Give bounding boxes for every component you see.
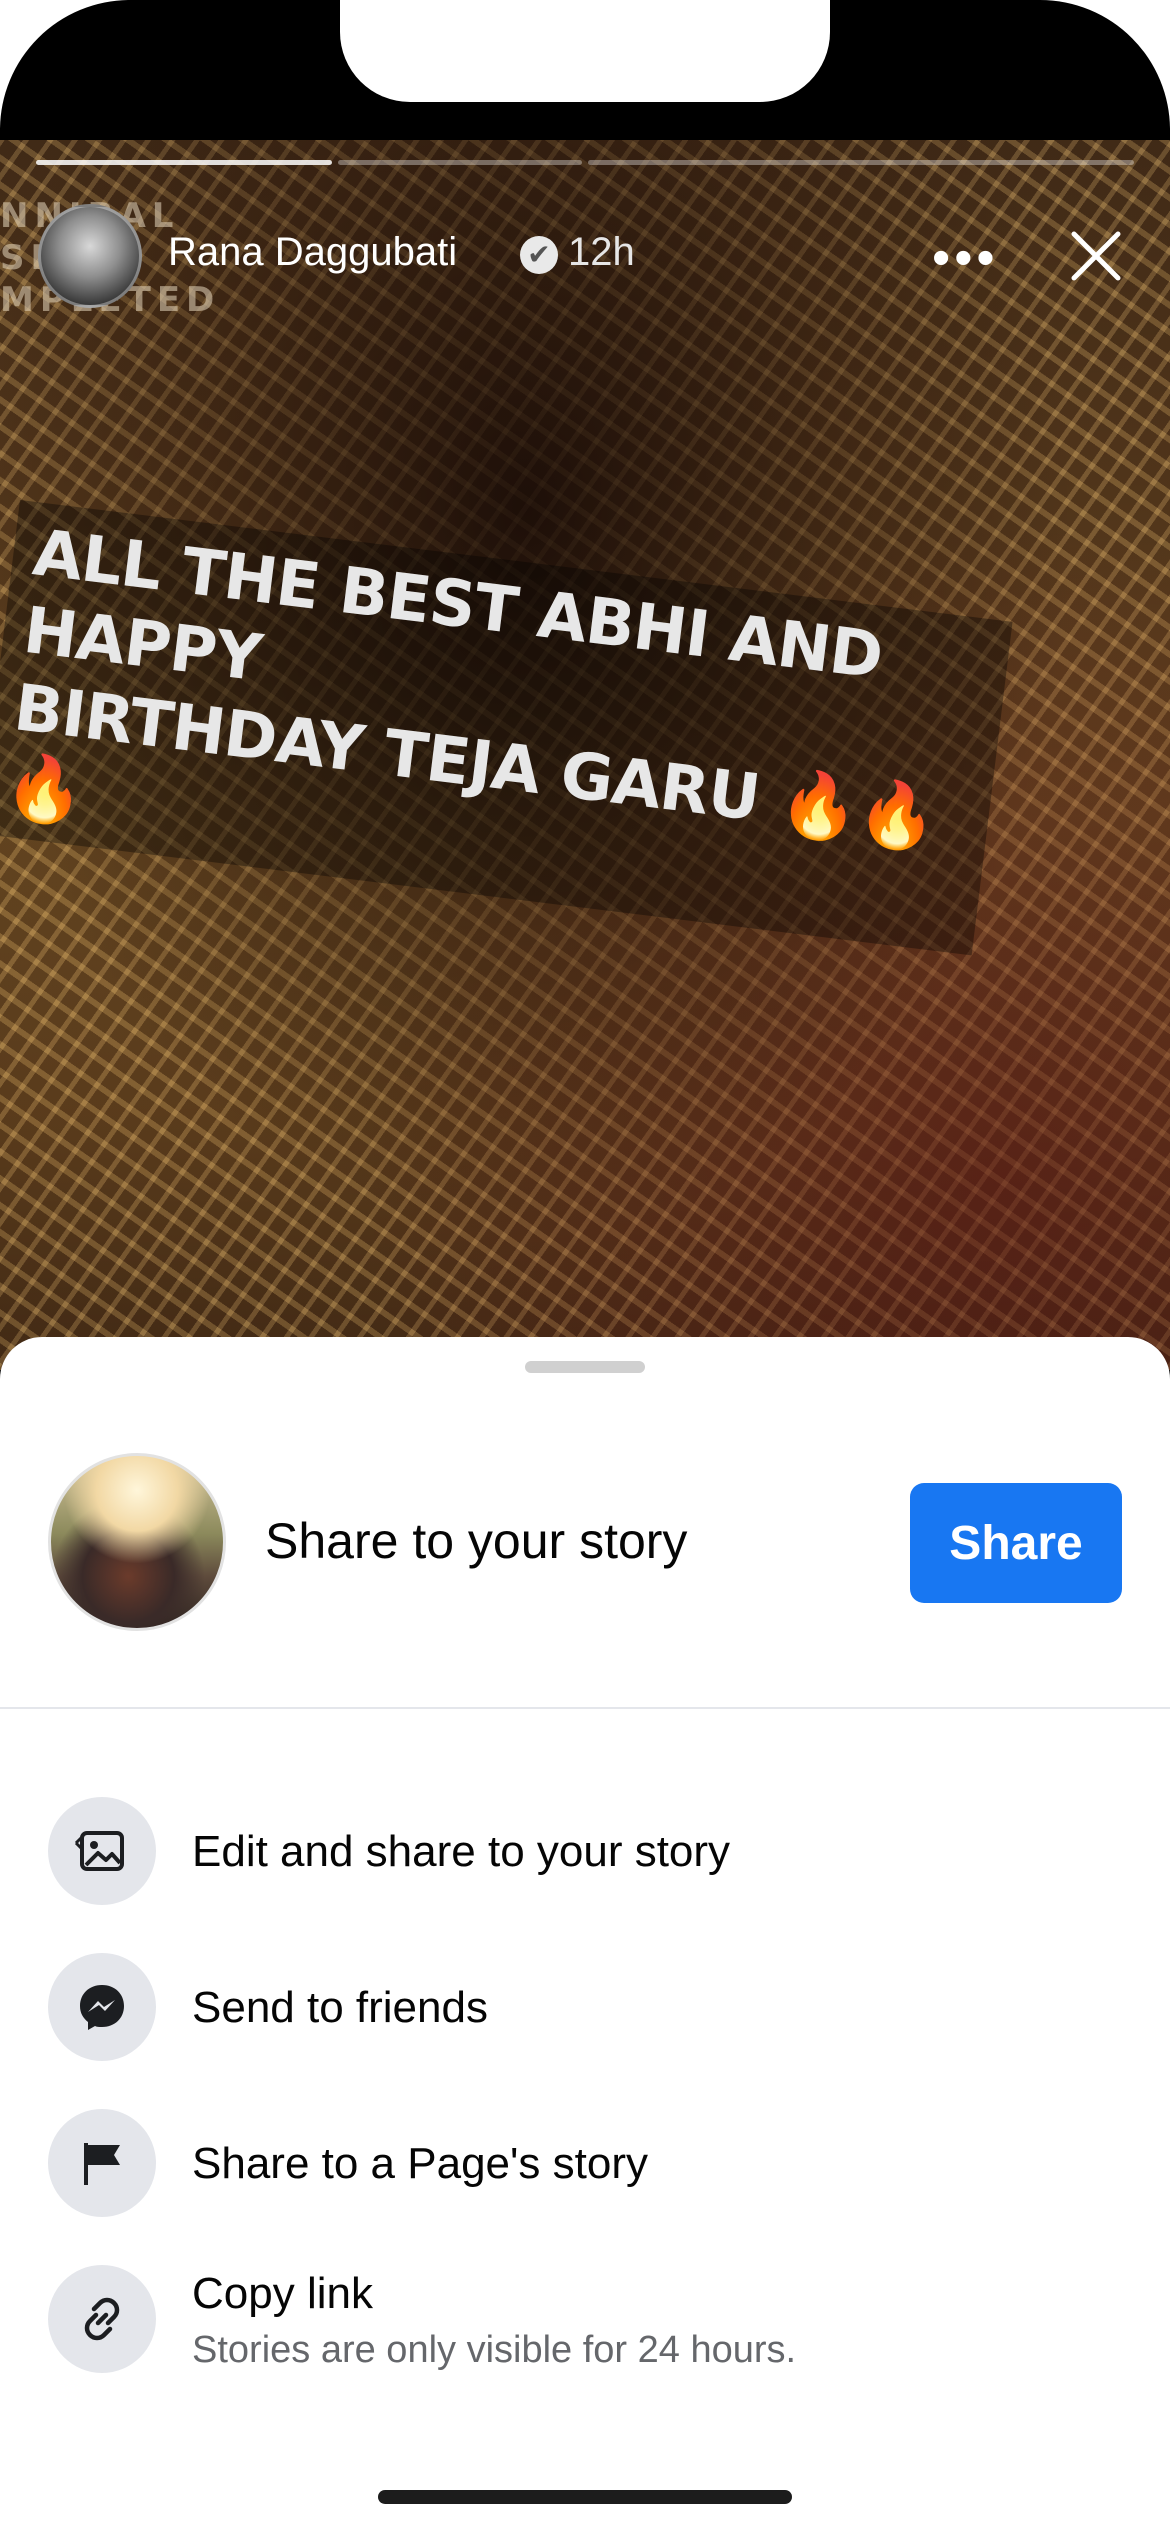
option-label: Share to a Page's story	[192, 2139, 648, 2188]
flag-icon	[48, 2109, 156, 2217]
option-copy-link[interactable]: Copy link Stories are only visible for 2…	[0, 2257, 1170, 2377]
story-caption: ALL THE BEST ABHI AND HAPPY BIRTHDAY TEJ…	[0, 500, 1013, 956]
verified-badge-icon: ✔	[520, 236, 558, 274]
story-viewer[interactable]: NNIBAL SH MPLETED Rana Daggubati ✔ 12h •…	[0, 140, 1170, 1370]
story-timestamp: 12h	[568, 230, 635, 274]
device-notch	[340, 0, 830, 102]
option-edit-and-share[interactable]: Edit and share to your story	[0, 1789, 1170, 1909]
edit-story-icon	[48, 1797, 156, 1905]
share-to-story-label: Share to your story	[265, 1513, 688, 1569]
link-icon	[48, 2265, 156, 2373]
divider	[0, 1707, 1170, 1709]
story-author-avatar[interactable]	[38, 204, 142, 308]
sheet-drag-handle[interactable]	[525, 1361, 645, 1373]
close-icon[interactable]	[1066, 226, 1126, 286]
option-sublabel: Stories are only visible for 24 hours.	[192, 2329, 797, 2371]
option-send-to-friends[interactable]: Send to friends	[0, 1945, 1170, 2065]
my-profile-avatar	[48, 1453, 226, 1631]
option-label: Copy link	[192, 2269, 373, 2318]
share-sheet: Share to your story Share Edit and share…	[0, 1337, 1170, 2532]
share-button[interactable]: Share	[910, 1483, 1122, 1603]
option-label: Edit and share to your story	[192, 1827, 731, 1876]
option-label: Send to friends	[192, 1983, 488, 2032]
messenger-icon	[48, 1953, 156, 2061]
story-progress-segment-1	[36, 160, 332, 165]
home-indicator[interactable]	[378, 2490, 792, 2504]
story-progress-segment-2	[338, 160, 582, 165]
story-progress-segment-3	[588, 160, 1134, 165]
option-share-to-page-story[interactable]: Share to a Page's story	[0, 2101, 1170, 2221]
more-options-icon[interactable]: •••	[932, 228, 999, 288]
story-author-name[interactable]: Rana Daggubati	[168, 230, 457, 275]
